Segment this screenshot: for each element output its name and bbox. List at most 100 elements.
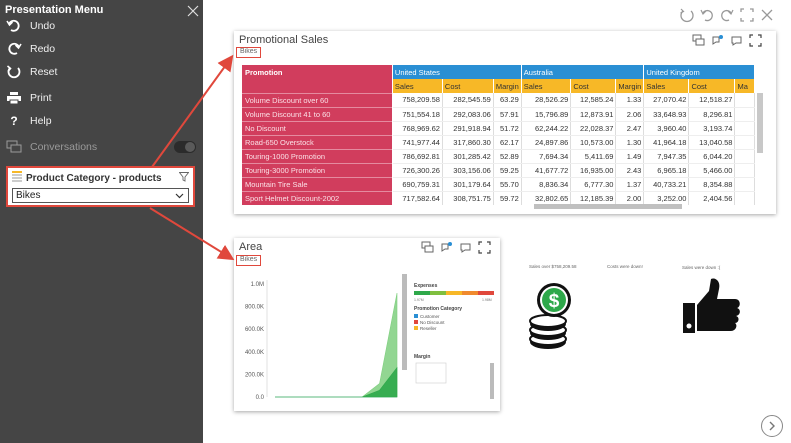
legend-category-label: Reseller: [420, 326, 437, 331]
conversations-icon: [6, 140, 22, 154]
y-tick-label: 200.0K: [245, 372, 264, 378]
promotion-name-cell[interactable]: Mountain Tire Sale: [242, 176, 393, 191]
redo-label: Redo: [30, 43, 56, 55]
promotional-sales-panel: Promotional Sales Bikes Promotion United…: [234, 31, 776, 214]
chart-scrollbar[interactable]: [402, 274, 407, 370]
chat-icon[interactable]: [730, 34, 743, 47]
value-cell: 27,070.42: [643, 93, 690, 108]
undo-button[interactable]: Undo: [6, 17, 55, 35]
value-cell: 12,518.27: [688, 93, 736, 108]
value-cell: 59.72: [493, 191, 522, 205]
horizontal-scrollbar[interactable]: [534, 204, 682, 209]
value-cell: 62.17: [493, 135, 522, 150]
value-cell: 33,648.93: [643, 107, 690, 122]
value-cell: 57.91: [493, 107, 522, 122]
expenses-gradient-segment: [478, 291, 494, 295]
y-tick-label: 800.0K: [245, 305, 264, 311]
value-cell: 3,193.74: [688, 121, 736, 136]
value-cell: 2,404.56: [688, 191, 736, 205]
area-chart-panel: Area Bikes 1.0M 800.0K 600.0K 400.0K 200.0K 0…: [234, 238, 500, 411]
promotion-name-cell[interactable]: Sport Helmet Discount-2002: [242, 190, 393, 205]
table-row: Mountain Tire Sale 690,759.31 301,179.64 55…: [242, 176, 755, 192]
close-view-icon[interactable]: [758, 6, 776, 24]
share-icon[interactable]: [711, 34, 724, 47]
value-cell: 768,969.62: [392, 121, 443, 136]
value-cell: 41,677.72: [521, 163, 572, 178]
value-cell: 8,354.88: [688, 177, 736, 192]
value-cell: 1.33: [615, 93, 645, 108]
y-tick-label: 0.0: [256, 395, 265, 401]
promotional-sales-table: Promotion United States Australia United…: [242, 65, 755, 205]
value-cell: 2.06: [615, 107, 645, 122]
value-cell: 282,545.59: [442, 93, 494, 108]
promotion-name-cell[interactable]: Volume Discount 41 to 60: [242, 106, 393, 121]
value-cell: 63.29: [493, 93, 522, 108]
sales-down-card-label: Sales were down :(: [682, 265, 721, 270]
print-label: Print: [30, 92, 52, 104]
value-cell: 308,751.75: [442, 191, 494, 205]
value-cell: 741,977.44: [392, 135, 443, 150]
value-cell: 6,777.30: [570, 177, 617, 192]
print-button[interactable]: Print: [6, 89, 52, 107]
comment-icon[interactable]: [692, 34, 705, 47]
value-cell: 751,554.18: [392, 107, 443, 122]
table-row: Touring-1000 Promotion 786,692.81 301,285.…: [242, 148, 755, 164]
value-cell: 13,040.58: [688, 135, 736, 150]
redo-button[interactable]: Redo: [6, 40, 55, 58]
chevron-right-icon: [769, 421, 775, 431]
money-coins-icon: $: [529, 283, 571, 349]
promotion-name-cell[interactable]: No Discount: [242, 120, 393, 135]
expenses-gradient-segment: [462, 291, 478, 295]
promotion-header: Promotion: [242, 65, 393, 93]
value-cell: 291,918.94: [442, 121, 494, 136]
promotion-name-cell[interactable]: Touring-1000 Promotion: [242, 148, 393, 163]
top-toolbar: [678, 6, 776, 24]
help-button[interactable]: ? Help: [6, 112, 51, 130]
redo-view-icon[interactable]: [718, 6, 736, 24]
sales-card-label: Sales over $758,209.58: [529, 264, 577, 269]
measure-header: Cost: [570, 79, 617, 93]
value-cell: 12,873.91: [570, 107, 617, 122]
reset-view-icon[interactable]: [678, 6, 696, 24]
table-row: Road-650 Overstock 741,977.44 317,860.30 62…: [242, 134, 755, 150]
value-cell: [734, 93, 755, 108]
next-page-button[interactable]: [761, 415, 783, 437]
reset-button[interactable]: Reset: [6, 63, 57, 81]
undo-view-icon[interactable]: [698, 6, 716, 24]
measure-header: Margin: [615, 79, 645, 93]
expand-icon[interactable]: [749, 34, 762, 47]
promotion-name-cell[interactable]: Touring-3000 Promotion: [242, 162, 393, 177]
legend-expenses-title: Expenses: [414, 283, 438, 289]
legend-margin-title: Margin: [414, 354, 430, 360]
conversations-item: Conversations: [6, 138, 97, 156]
funnel-icon[interactable]: [178, 171, 190, 185]
vertical-scrollbar[interactable]: [757, 93, 763, 153]
measure-header: Cost: [442, 79, 494, 93]
fullscreen-icon[interactable]: [738, 6, 756, 24]
value-cell: 317,860.30: [442, 135, 494, 150]
legend-category-title: Promotion Category: [414, 306, 462, 312]
table-row: No Discount 768,969.62 291,918.94 51.72 62,2…: [242, 120, 755, 136]
reset-icon: [6, 65, 22, 79]
legend-category-label: Customer: [420, 314, 440, 319]
area-series-no-discount[interactable]: [275, 292, 398, 398]
promotion-name-cell[interactable]: Volume Discount over 60: [242, 92, 393, 107]
value-cell: 22,028.37: [570, 121, 617, 136]
value-cell: 6,965.18: [643, 163, 690, 178]
close-icon[interactable]: [186, 4, 200, 18]
chevron-down-icon: [175, 191, 184, 203]
value-cell: 40,733.21: [643, 177, 690, 192]
filter-list-icon: [12, 171, 22, 185]
promotion-name-cell[interactable]: Road-650 Overstock: [242, 134, 393, 149]
legend-scrollbar[interactable]: [490, 363, 494, 399]
value-cell: 62,244.22: [521, 121, 572, 136]
value-cell: 7,947.35: [643, 149, 690, 164]
area-series-reseller[interactable]: [275, 366, 398, 398]
conversations-toggle[interactable]: [174, 141, 196, 153]
filter-select[interactable]: Bikes: [12, 188, 189, 203]
value-cell: 786,692.81: [392, 149, 443, 164]
value-cell: 32,802.65: [521, 191, 572, 205]
svg-text:$: $: [549, 291, 560, 312]
value-cell: [734, 149, 755, 164]
table-row: Touring-3000 Promotion 726,300.26 303,156.…: [242, 162, 755, 178]
